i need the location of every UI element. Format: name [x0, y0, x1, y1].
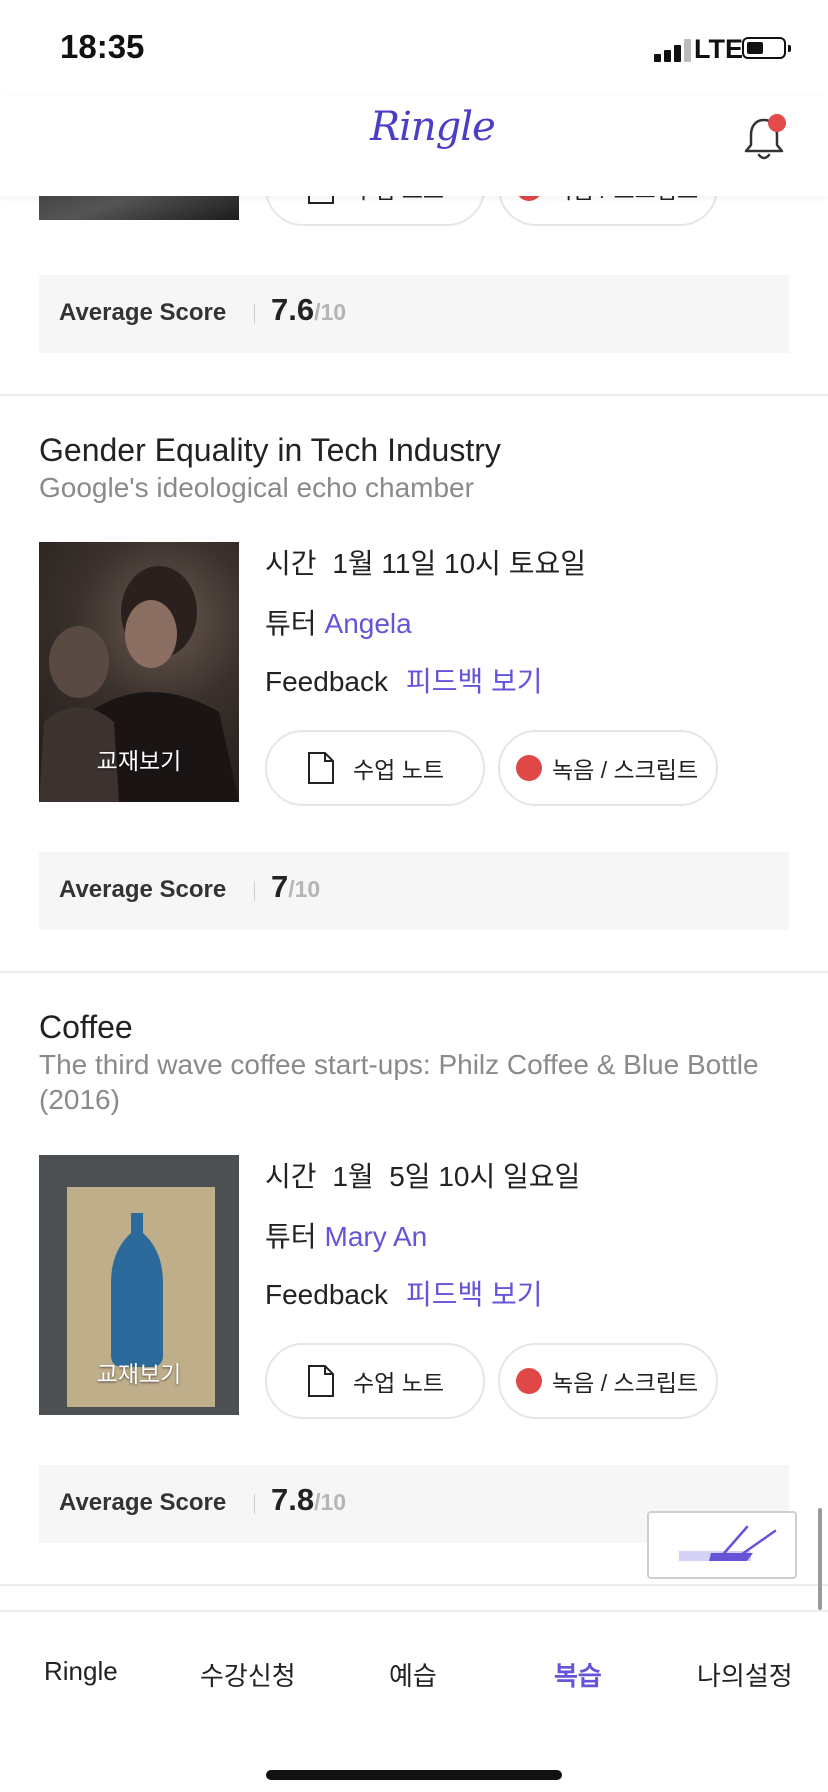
average-score-value: 7.6/10: [271, 292, 347, 327]
notification-badge: [768, 114, 786, 132]
recording-script-button[interactable]: 녹음 / 스크립트: [498, 730, 718, 806]
battery-icon: [742, 37, 791, 59]
status-time: 18:35: [60, 28, 145, 65]
view-material-label: 교재보기: [96, 748, 182, 774]
lesson-note-label: 수업 노트: [353, 757, 445, 783]
nav-item-preview[interactable]: 예습: [389, 1656, 437, 1693]
lesson-thumbnail[interactable]: [39, 196, 239, 220]
document-icon: [308, 1365, 334, 1397]
average-score-label: Average Score: [59, 876, 227, 903]
nav-item-review[interactable]: 복습: [554, 1656, 602, 1693]
review-list[interactable]: 수업 노트 녹음 / 스크립트 Average Score 7.6/10 Gen…: [0, 196, 828, 1610]
lesson-subtitle: The third wave coffee start-ups: Philz C…: [39, 1049, 759, 1115]
lesson-thumbnail[interactable]: 교재보기: [39, 542, 239, 802]
lesson-time: 시간 1월 5일 10시 일요일: [265, 1161, 581, 1192]
record-dot-icon: [516, 1368, 542, 1394]
nav-item-enroll[interactable]: 수강신청: [200, 1656, 296, 1693]
floating-draw-button[interactable]: [647, 1511, 797, 1579]
nav-item-ringle[interactable]: Ringle: [44, 1656, 118, 1687]
lesson-note-button[interactable]: 수업 노트: [265, 1343, 485, 1419]
lesson-tutor: 튜터 Mary An: [265, 1221, 428, 1252]
card-divider: [0, 1584, 828, 1586]
status-bar: 18:35 LTE: [0, 0, 828, 96]
recording-script-label: 녹음 / 스크립트: [552, 1370, 699, 1396]
document-icon: [308, 196, 334, 204]
recording-script-button[interactable]: 녹음 / 스크립트: [498, 196, 718, 226]
lesson-subtitle: Google's ideological echo chamber: [39, 472, 474, 503]
home-indicator[interactable]: [266, 1770, 562, 1780]
tutor-name-link[interactable]: Angela: [325, 608, 412, 639]
lesson-note-label: 수업 노트: [353, 196, 444, 205]
view-material-label: 교재보기: [96, 1361, 182, 1387]
recording-script-button[interactable]: 녹음 / 스크립트: [498, 1343, 718, 1419]
app-header: Ringle: [0, 96, 828, 196]
view-feedback-link[interactable]: 피드백 보기: [406, 666, 543, 697]
ringle-logo[interactable]: Ringle: [370, 104, 496, 150]
record-dot-icon: [516, 755, 542, 781]
recording-script-label: 녹음 / 스크립트: [552, 196, 698, 205]
lesson-note-button[interactable]: 수업 노트: [265, 196, 485, 226]
scrollbar[interactable]: [818, 1508, 822, 1610]
lesson-feedback: Feedback 피드백 보기: [265, 1279, 543, 1310]
pencil-underline-icon: [679, 1525, 777, 1561]
average-score-value: 7.8/10: [271, 1482, 347, 1517]
lesson-note-label: 수업 노트: [353, 1370, 445, 1396]
average-score-value: 7/10: [271, 869, 321, 904]
nav-item-settings[interactable]: 나의설정: [697, 1656, 793, 1693]
bottom-navigation: Ringle 수강신청 예습 복습 나의설정: [0, 1610, 828, 1792]
card-divider: [0, 394, 828, 396]
average-score-label: Average Score: [59, 1489, 227, 1516]
average-score-label: Average Score: [59, 299, 227, 326]
lesson-title: Coffee: [39, 1009, 133, 1045]
tutor-name-link[interactable]: Mary An: [325, 1221, 428, 1252]
card-divider: [0, 971, 828, 973]
lesson-note-button[interactable]: 수업 노트: [265, 730, 485, 806]
lesson-tutor: 튜터 Angela: [265, 608, 412, 639]
view-feedback-link[interactable]: 피드백 보기: [406, 1279, 543, 1310]
network-type: LTE: [694, 34, 743, 64]
cellular-signal-icon: [654, 38, 694, 62]
document-icon: [308, 752, 334, 784]
lesson-time: 시간 1월 11일 10시 토요일: [265, 548, 586, 579]
average-score-box: Average Score 7/10: [39, 852, 789, 930]
recording-script-label: 녹음 / 스크립트: [552, 757, 699, 783]
lesson-title: Gender Equality in Tech Industry: [39, 432, 501, 468]
lesson-thumbnail[interactable]: 교재보기: [39, 1155, 239, 1415]
record-dot-icon: [516, 196, 542, 201]
lesson-feedback: Feedback 피드백 보기: [265, 666, 543, 697]
average-score-box: Average Score 7.6/10: [39, 275, 789, 353]
